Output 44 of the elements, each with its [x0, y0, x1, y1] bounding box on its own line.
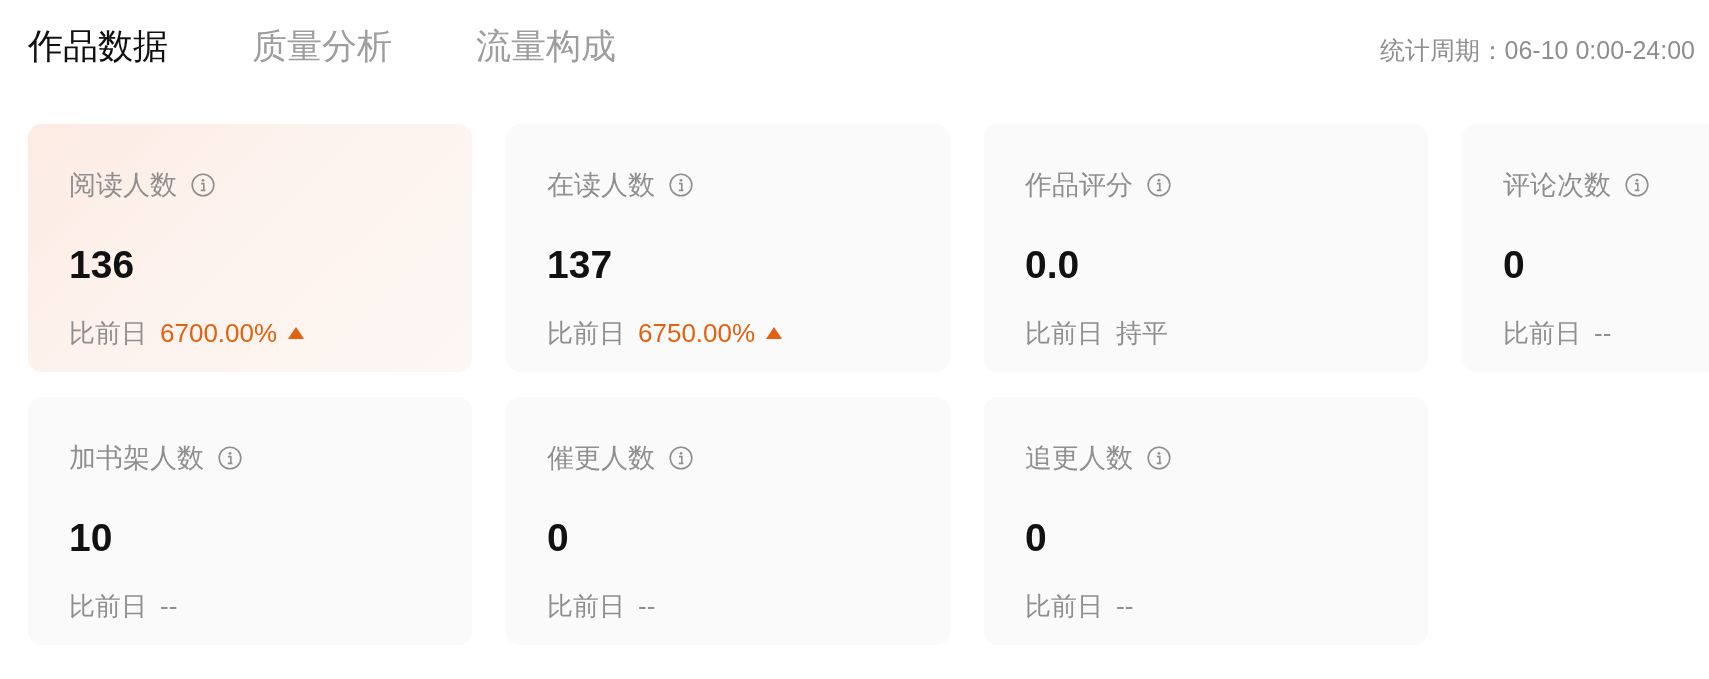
- info-icon[interactable]: [1625, 173, 1649, 197]
- stat-card[interactable]: 加书架人数 10 比前日 --: [28, 397, 472, 645]
- metric-label: 作品评分: [1025, 169, 1133, 202]
- compare-label: 比前日: [547, 590, 625, 623]
- metric-label: 催更人数: [547, 442, 655, 475]
- compare-label: 比前日: [547, 317, 625, 350]
- compare-label: 比前日: [69, 590, 147, 623]
- change-value: 6750.00%: [638, 317, 756, 350]
- change-value: 持平: [1116, 317, 1168, 350]
- compare-label: 比前日: [1025, 590, 1103, 623]
- info-icon[interactable]: [191, 173, 215, 197]
- stat-card[interactable]: 追更人数 0 比前日 --: [984, 397, 1428, 645]
- stat-card[interactable]: 阅读人数 136 比前日 6700.00%: [28, 124, 472, 372]
- metric-value: 0: [1025, 515, 1047, 561]
- metric-label: 评论次数: [1503, 169, 1611, 202]
- compare-label: 比前日: [69, 317, 147, 350]
- info-icon[interactable]: [218, 446, 242, 470]
- info-icon[interactable]: [1147, 173, 1171, 197]
- change-value: --: [1594, 317, 1612, 350]
- change-value: --: [1116, 590, 1134, 623]
- stat-card[interactable]: 评论次数 0 比前日 --: [1462, 124, 1709, 372]
- info-icon[interactable]: [669, 173, 693, 197]
- metric-value: 137: [547, 242, 613, 288]
- info-icon[interactable]: [1147, 446, 1171, 470]
- metric-value: 10: [69, 515, 113, 561]
- metric-value: 136: [69, 242, 135, 288]
- compare-label: 比前日: [1503, 317, 1581, 350]
- change-value: 6700.00%: [160, 317, 278, 350]
- tab[interactable]: 作品数据: [28, 25, 168, 67]
- stat-card[interactable]: 催更人数 0 比前日 --: [506, 397, 950, 645]
- change-value: --: [160, 590, 178, 623]
- compare-label: 比前日: [1025, 317, 1103, 350]
- metric-value: 0: [547, 515, 569, 561]
- metric-label: 加书架人数: [69, 442, 204, 475]
- stat-card[interactable]: 在读人数 137 比前日 6750.00%: [506, 124, 950, 372]
- metric-label: 追更人数: [1025, 442, 1133, 475]
- info-icon[interactable]: [669, 446, 693, 470]
- metric-value: 0.0: [1025, 242, 1080, 288]
- period-text: 统计周期：06-10 0:00-24:00: [1379, 35, 1695, 66]
- metric-label: 阅读人数: [69, 169, 177, 202]
- change-value: --: [638, 590, 656, 623]
- metric-value: 0: [1503, 242, 1525, 288]
- stat-card[interactable]: 作品评分 0.0 比前日 持平: [984, 124, 1428, 372]
- metric-label: 在读人数: [547, 169, 655, 202]
